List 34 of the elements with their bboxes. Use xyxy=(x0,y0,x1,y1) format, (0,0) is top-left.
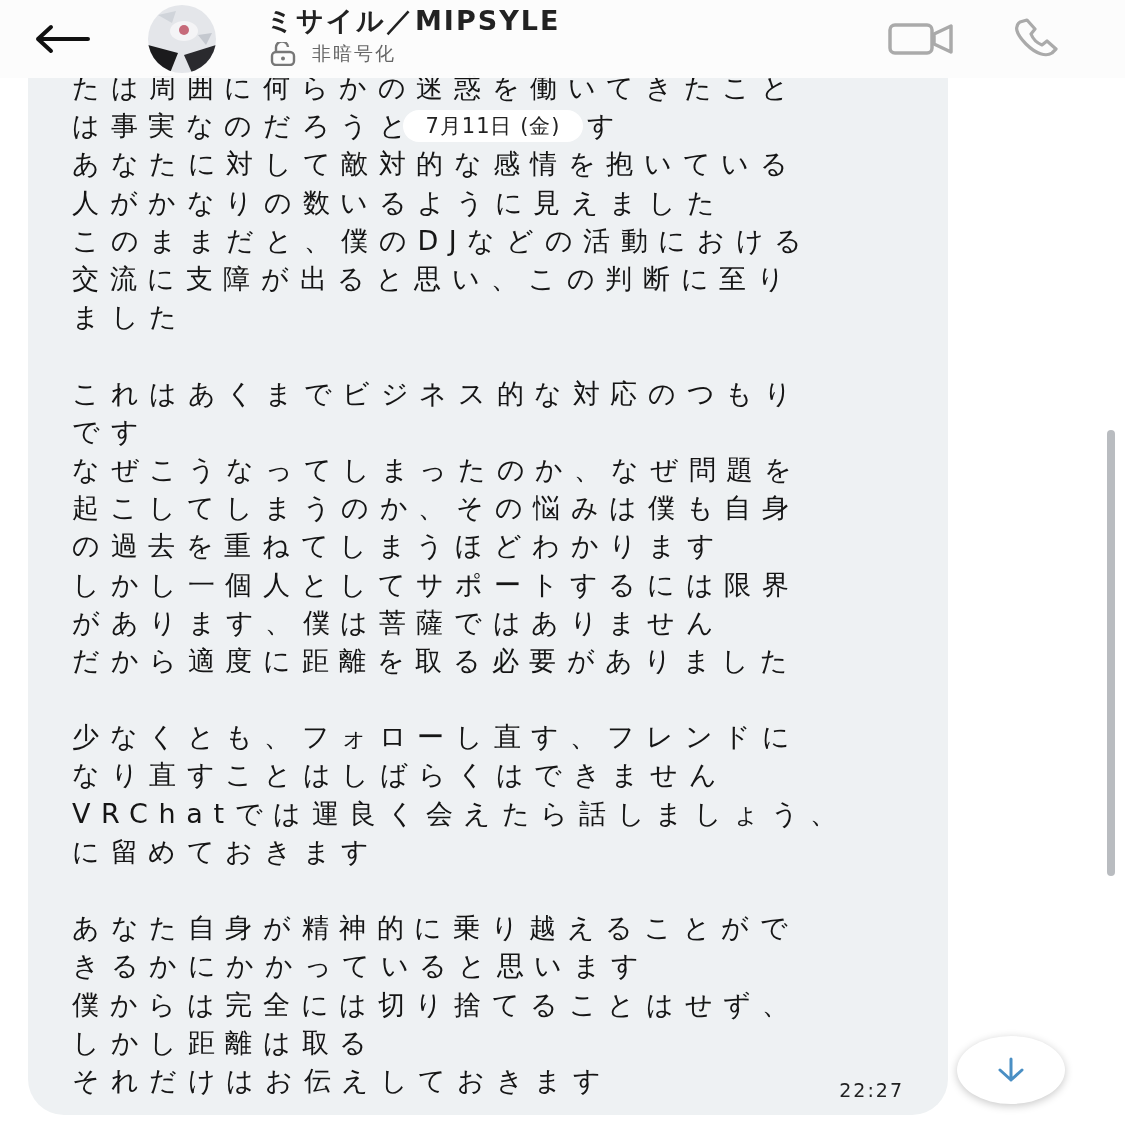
message-text: 人がかなりの数いるように見えました xyxy=(72,185,726,220)
message-text: あなたに対して敵対的な感情を抱いている xyxy=(72,147,799,182)
video-camera-icon[interactable] xyxy=(888,22,954,56)
message-text: なぜこうなってしまったのか、なぜ問題を xyxy=(72,452,803,487)
message-text: あなた自身が精神的に乗り越えることがで xyxy=(72,911,799,946)
message-text: このままだと、僕のDJなどの活動における xyxy=(72,223,813,258)
message-text: きるかにかかっていると思います xyxy=(72,949,650,984)
message-text: VRChatでは運良く会えたら話しましょう、 xyxy=(72,796,848,831)
message-text: なり直すことはしばらくはできません xyxy=(72,758,728,793)
date-chip: 7月11日 (金) xyxy=(403,110,583,143)
message-text: 起こしてしまうのか、その悩みは僕も自身 xyxy=(72,491,800,526)
contact-name: ミサイル／MIPSYLE xyxy=(266,4,561,38)
message-text: だから適度に距離を取る必要がありました xyxy=(72,643,799,678)
encryption-status: 非暗号化 xyxy=(312,41,396,66)
back-arrow-icon[interactable] xyxy=(34,24,90,54)
message-text: 少なくとも、フォローし直す、フレンドに xyxy=(72,720,801,755)
message-text: す xyxy=(586,109,626,144)
scroll-down-button[interactable] xyxy=(957,1036,1065,1104)
message-text: たは周囲に何らかの迷惑を働いてきたこと xyxy=(72,71,800,106)
message-text: です xyxy=(72,414,150,449)
message-text: しかし距離は取る xyxy=(72,1025,378,1060)
message-text: の過去を重ねてしまうほどわかります xyxy=(72,529,726,564)
message-text: これはあくまでビジネス的な対応のつもり xyxy=(72,376,803,411)
message-text: 交流に支障が出ると思い、この判断に至り xyxy=(72,262,796,297)
message-text: それだけはお伝えしておきます xyxy=(72,1063,612,1098)
message-text: があります、僕は菩薩ではありません xyxy=(72,605,725,640)
message-text: ました xyxy=(72,300,188,335)
message-text: に留めておきます xyxy=(72,834,380,869)
message-text: しかし一個人としてサポートするには限界 xyxy=(72,567,800,602)
message-time: 22:27 xyxy=(839,1079,904,1101)
scrollbar[interactable] xyxy=(1107,430,1115,876)
message-text: 僕からは完全には切り捨てることはせず、 xyxy=(72,987,800,1022)
unlocked-padlock-icon xyxy=(270,42,296,66)
down-arrow-icon xyxy=(996,1057,1026,1083)
